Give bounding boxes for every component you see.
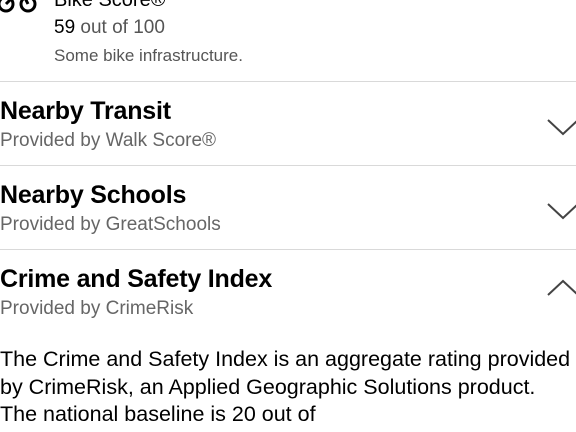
nearby-schools-section[interactable]: Nearby Schools Provided by GreatSchools — [0, 166, 576, 249]
nearby-transit-section[interactable]: Nearby Transit Provided by Walk Score® — [0, 82, 576, 165]
section-subtitle: Provided by Walk Score® — [0, 130, 217, 151]
section-subtitle: Provided by GreatSchools — [0, 214, 221, 235]
crime-index-description: The Crime and Safety Index is an aggrega… — [0, 347, 571, 426]
chevron-up-icon[interactable] — [546, 278, 576, 298]
section-title: Crime and Safety Index — [0, 265, 273, 293]
crime-safety-section[interactable]: Crime and Safety Index Provided by Crime… — [0, 250, 576, 333]
bike-score-value: 59 out of 100 — [54, 16, 165, 40]
chevron-down-icon[interactable] — [546, 201, 576, 221]
section-subtitle: Provided by CrimeRisk — [0, 298, 194, 319]
chevron-down-icon[interactable] — [546, 117, 576, 137]
bike-score-suffix: out of 100 — [80, 17, 165, 38]
bike-score-description: Some bike infrastructure. — [54, 46, 243, 65]
bike-score-number: 59 — [54, 17, 76, 38]
section-title: Nearby Transit — [0, 97, 171, 125]
bike-score-title: Bike Score® — [54, 0, 166, 11]
neighborhood-details-page: Bike Score® 59 out of 100 Some bike infr… — [0, 0, 576, 432]
section-title: Nearby Schools — [0, 181, 187, 209]
bike-score-block: Bike Score® 59 out of 100 Some bike infr… — [0, 0, 576, 81]
bicycle-icon — [0, 0, 37, 13]
